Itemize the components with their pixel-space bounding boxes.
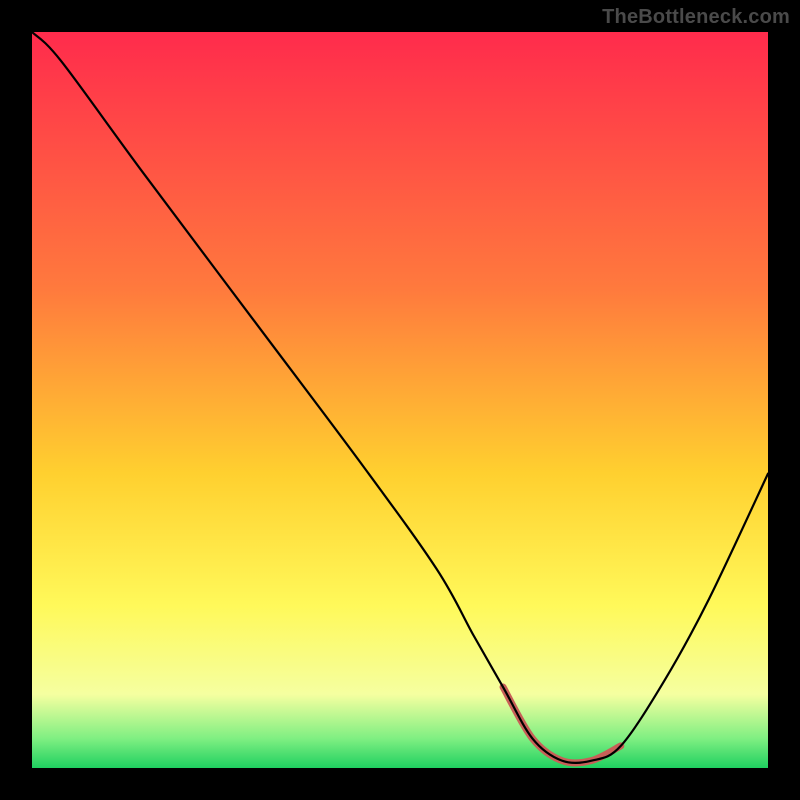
chart-frame: TheBottleneck.com [0, 0, 800, 800]
chart-svg [32, 32, 768, 768]
plot-area [32, 32, 768, 768]
gradient-background [32, 32, 768, 768]
watermark-text: TheBottleneck.com [602, 6, 790, 29]
